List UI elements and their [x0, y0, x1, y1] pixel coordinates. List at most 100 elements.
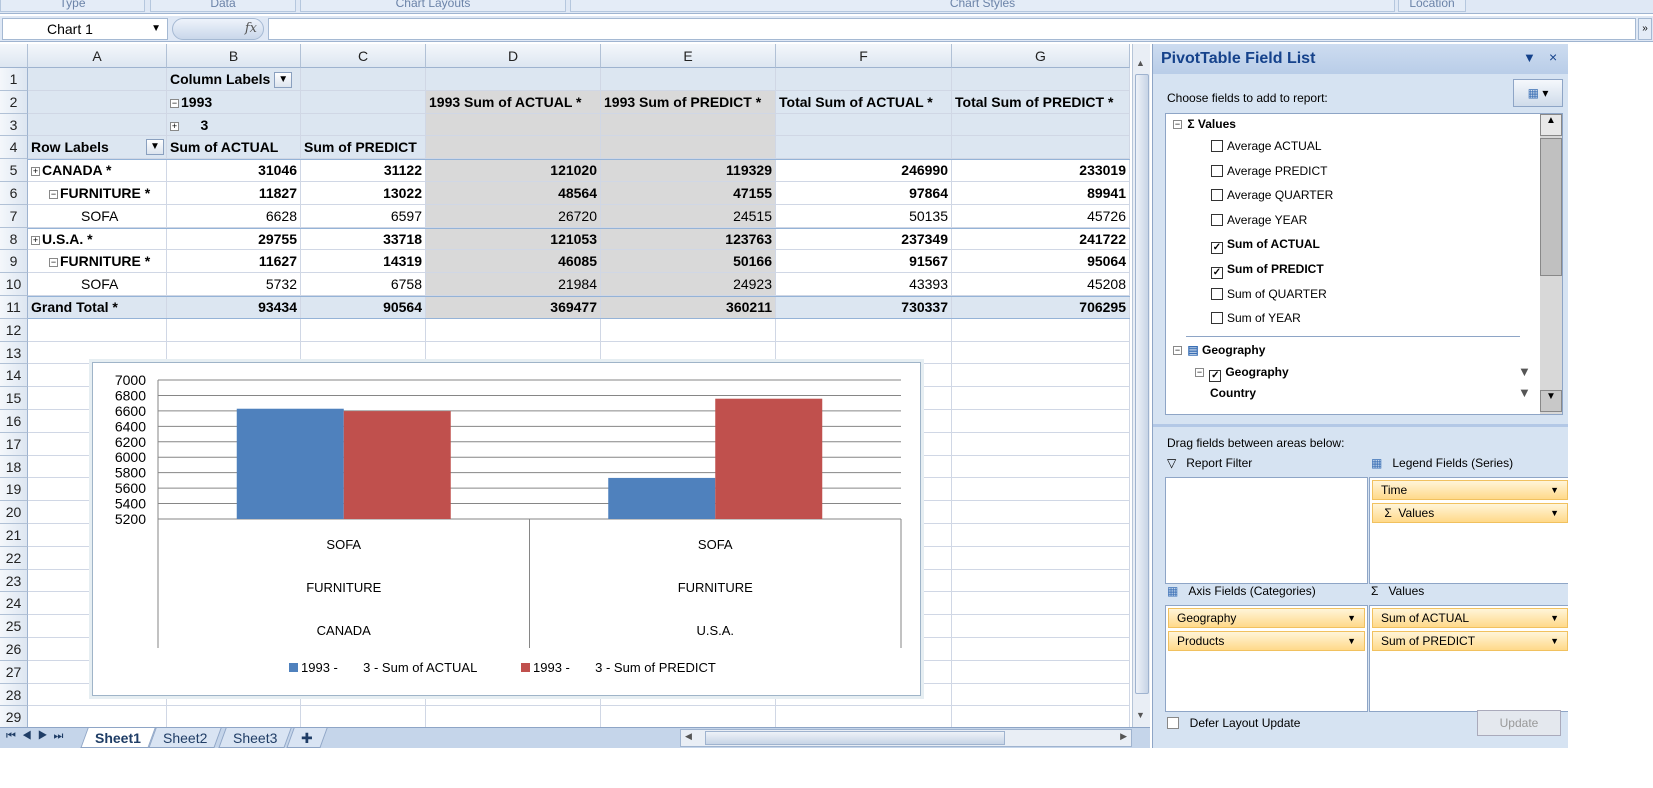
cell[interactable] [301, 113, 426, 137]
value-cell[interactable]: 43393 [776, 273, 952, 296]
filter-icon[interactable]: ▼ [1518, 385, 1531, 400]
cell[interactable] [776, 706, 952, 727]
value-cell[interactable]: 730337 [776, 296, 952, 319]
cell[interactable] [952, 364, 1130, 388]
value-cell[interactable]: 119329 [601, 159, 776, 182]
value-cell[interactable]: 48564 [426, 182, 601, 205]
value-cell[interactable]: 6597 [301, 204, 426, 228]
cell[interactable] [952, 68, 1130, 91]
horizontal-scrollbar[interactable]: ◀ ▶ [680, 729, 1132, 747]
row-header[interactable]: 2 [0, 90, 28, 114]
calc-field-header[interactable]: Total Sum of ACTUAL * [776, 90, 952, 114]
cell[interactable] [601, 113, 776, 137]
cell[interactable] [28, 68, 167, 91]
filter-icon[interactable]: ▼ [1518, 364, 1531, 379]
value-cell[interactable]: 50166 [601, 250, 776, 274]
value-cell[interactable]: 246990 [776, 159, 952, 182]
value-cell[interactable]: 89941 [952, 182, 1130, 205]
row-header[interactable]: 20 [0, 501, 28, 524]
value-header[interactable]: Sum of PREDICT [301, 136, 426, 160]
cell[interactable] [426, 113, 601, 137]
cell[interactable] [952, 455, 1130, 479]
row-header[interactable]: 13 [0, 341, 28, 365]
row-header[interactable]: 25 [0, 615, 28, 638]
row-header[interactable]: 1 [0, 68, 28, 91]
cell[interactable] [301, 68, 426, 91]
cell[interactable] [301, 341, 426, 365]
cell[interactable] [952, 524, 1130, 547]
value-cell[interactable]: 31046 [167, 159, 301, 182]
row-header[interactable]: 28 [0, 683, 28, 707]
cell[interactable] [167, 341, 301, 365]
field-checkbox[interactable]: ✓ Sum of ACTUAL [1167, 236, 1562, 255]
scrollbar-thumb[interactable] [1540, 138, 1562, 276]
value-cell[interactable]: 24923 [601, 273, 776, 296]
values-area[interactable]: Sum of ACTUAL ▼ Sum of PREDICT ▼ [1369, 605, 1571, 712]
axis-fields-area[interactable]: Geography ▼ Products ▼ [1165, 605, 1368, 712]
column-header[interactable]: D [426, 44, 601, 68]
value-cell[interactable]: 24515 [601, 204, 776, 228]
row-header[interactable]: 4 [0, 136, 28, 160]
row-label[interactable]: + CANADA * [28, 159, 167, 182]
formula-input[interactable] [268, 18, 1636, 40]
tab-sheet1[interactable]: Sheet1 [80, 728, 156, 748]
value-cell[interactable]: 121053 [426, 227, 601, 251]
vertical-scrollbar[interactable]: ▲ ▼ [1132, 44, 1150, 727]
value-cell[interactable]: 233019 [952, 159, 1130, 182]
name-box[interactable]: Chart 1 ▼ [2, 18, 168, 40]
cell[interactable] [426, 68, 601, 91]
row-header[interactable]: 24 [0, 592, 28, 616]
value-cell[interactable]: 5732 [167, 273, 301, 296]
field-checkbox[interactable]: Average YEAR [1167, 212, 1562, 228]
cell[interactable] [952, 318, 1130, 342]
value-cell[interactable]: 90564 [301, 296, 426, 319]
cell[interactable] [28, 113, 167, 137]
cell[interactable] [776, 68, 952, 91]
row-label[interactable]: SOFA [28, 273, 167, 296]
field-checkbox[interactable]: Sum of QUARTER [1167, 286, 1562, 302]
cell[interactable] [952, 432, 1130, 456]
cell[interactable] [167, 706, 301, 727]
scroll-down-icon[interactable]: ▼ [1136, 710, 1148, 720]
cell[interactable] [601, 136, 776, 160]
field-checkbox[interactable]: Average PREDICT [1167, 163, 1562, 179]
value-header[interactable]: Sum of ACTUAL [167, 136, 301, 160]
row-header[interactable]: 19 [0, 478, 28, 502]
values-group[interactable]: − Σ Values [1167, 116, 1562, 132]
row-header[interactable]: 23 [0, 569, 28, 593]
splitter[interactable] [1153, 424, 1569, 427]
cell[interactable] [952, 615, 1130, 638]
ribbon-group-data[interactable]: Data [150, 0, 296, 12]
ribbon-group-chart-layouts[interactable]: Chart Layouts [300, 0, 566, 12]
value-cell[interactable]: 21984 [426, 273, 601, 296]
row-labels-filter-button[interactable]: ▼ [146, 139, 164, 156]
cell[interactable] [952, 546, 1130, 570]
cell[interactable] [952, 592, 1130, 616]
row-label[interactable]: + U.S.A. * [28, 227, 167, 251]
values-chip-predict[interactable]: Sum of PREDICT ▼ [1372, 631, 1568, 651]
cell[interactable] [776, 318, 952, 342]
ribbon-group-location[interactable]: Location [1398, 0, 1466, 12]
cell[interactable] [28, 318, 167, 342]
column-header[interactable]: B [167, 44, 301, 68]
column-header[interactable]: A [28, 44, 167, 68]
value-cell[interactable]: 369477 [426, 296, 601, 319]
column-header[interactable]: G [952, 44, 1130, 68]
row-header[interactable]: 6 [0, 182, 28, 205]
cell[interactable] [952, 569, 1130, 593]
value-cell[interactable]: 33718 [301, 227, 426, 251]
cell[interactable] [601, 706, 776, 727]
field-checkbox[interactable]: ✓ Sum of PREDICT [1167, 261, 1562, 279]
ribbon-group-type[interactable]: Type [0, 0, 145, 12]
geography-group[interactable]: − ▤ Geography [1167, 342, 1562, 358]
cell[interactable] [952, 113, 1130, 137]
row-header[interactable]: 9 [0, 250, 28, 274]
cell[interactable] [28, 90, 167, 114]
column-labels-filter-button[interactable]: ▼ [274, 72, 293, 89]
value-cell[interactable]: 241722 [952, 227, 1130, 251]
cell[interactable] [601, 318, 776, 342]
row-labels-header[interactable]: Row Labels ▼ [28, 136, 167, 160]
row-header[interactable]: 29 [0, 706, 28, 727]
tab-sheet2[interactable]: Sheet2 [148, 728, 223, 748]
pivot-chart[interactable]: 7000 6800 6600 6400 6200 6000 5800 5600 5400 5200… [92, 362, 921, 696]
